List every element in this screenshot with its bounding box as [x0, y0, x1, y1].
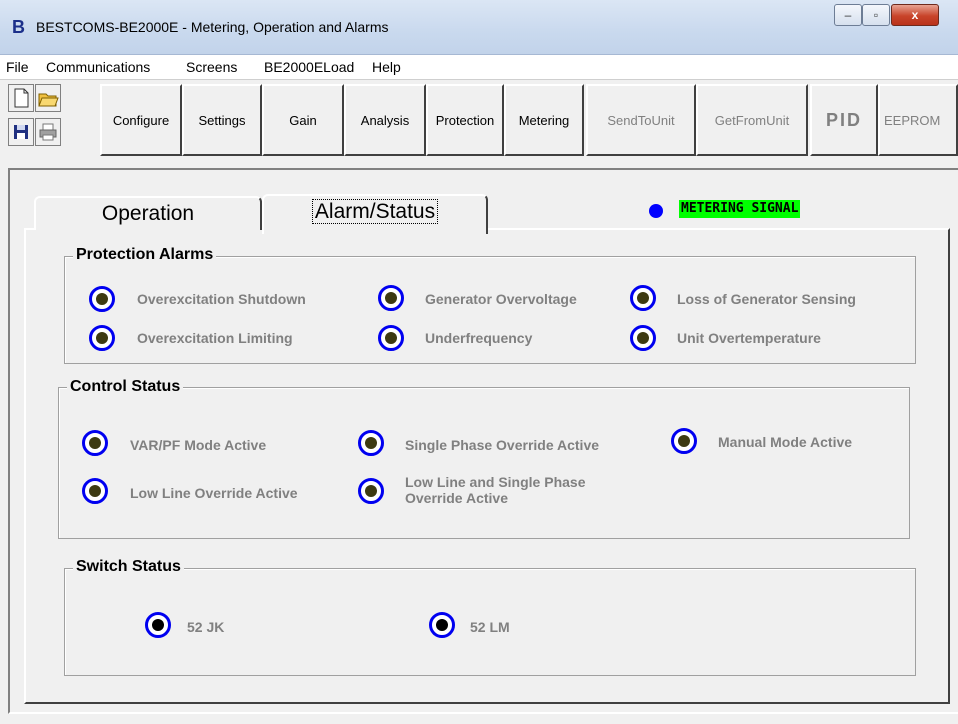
low-line-single-phase-led-icon: [358, 478, 384, 504]
generator-overvoltage-led-icon: [378, 285, 404, 311]
protection-alarms-group: [64, 256, 916, 364]
pid-button[interactable]: PID: [810, 84, 878, 156]
tab-alarm-status-label: Alarm/Status: [311, 199, 439, 224]
toolbar: Configure Settings Gain Analysis Protect…: [8, 80, 958, 162]
generator-overvoltage-label: Generator Overvoltage: [425, 291, 577, 307]
eeprom-button[interactable]: EEPROM: [878, 84, 958, 156]
menu-communications[interactable]: Communications: [46, 59, 150, 75]
overexcitation-limiting-label: Overexcitation Limiting: [137, 330, 293, 346]
print-icon[interactable]: [35, 118, 61, 146]
overexcitation-shutdown-led-icon: [89, 286, 115, 312]
signal-indicator-icon: [649, 204, 663, 218]
title-bar: B BESTCOMS-BE2000E - Metering, Operation…: [0, 0, 958, 55]
control-status-title: Control Status: [67, 378, 184, 396]
52lm-label: 52 LM: [470, 619, 510, 635]
new-file-icon[interactable]: [8, 84, 34, 112]
switch-status-title: Switch Status: [73, 558, 184, 576]
manual-mode-led-icon: [671, 428, 697, 454]
menu-file[interactable]: File: [6, 59, 29, 75]
open-folder-icon[interactable]: [35, 84, 61, 112]
get-from-unit-button[interactable]: GetFromUnit: [696, 84, 808, 156]
configure-button[interactable]: Configure: [100, 84, 182, 156]
52jk-led-icon: [145, 612, 171, 638]
tab-operation[interactable]: Operation: [34, 196, 262, 230]
unit-overtemperature-label: Unit Overtemperature: [677, 330, 821, 346]
overexcitation-shutdown-label: Overexcitation Shutdown: [137, 291, 306, 307]
tab-operation-label: Operation: [101, 202, 195, 225]
overexcitation-limiting-led-icon: [89, 325, 115, 351]
app-window: B BESTCOMS-BE2000E - Metering, Operation…: [0, 0, 958, 724]
protection-alarms-title: Protection Alarms: [73, 246, 217, 264]
metering-button[interactable]: Metering: [504, 84, 584, 156]
window-title: BESTCOMS-BE2000E - Metering, Operation a…: [36, 19, 389, 35]
manual-mode-label: Manual Mode Active: [718, 434, 853, 450]
low-line-single-phase-label-line2: Override Active: [405, 490, 508, 506]
single-phase-override-led-icon: [358, 430, 384, 456]
loss-of-generator-sensing-label: Loss of Generator Sensing: [677, 291, 856, 307]
52jk-label: 52 JK: [187, 619, 225, 635]
tab-alarm-status[interactable]: Alarm/Status: [262, 194, 488, 234]
minimize-button[interactable]: –: [834, 4, 862, 26]
analysis-button[interactable]: Analysis: [344, 84, 426, 156]
menu-help[interactable]: Help: [372, 59, 401, 75]
loss-of-generator-sensing-led-icon: [630, 285, 656, 311]
low-line-single-phase-label-line1: Low Line and Single Phase: [405, 474, 586, 490]
single-phase-override-label: Single Phase Override Active: [405, 437, 600, 453]
close-button[interactable]: x: [891, 4, 939, 26]
unit-overtemperature-led-icon: [630, 325, 656, 351]
menu-bar: File Communications Screens BE2000ELoad …: [0, 55, 958, 80]
low-line-override-led-icon: [82, 478, 108, 504]
menu-be2000eload[interactable]: BE2000ELoad: [264, 59, 354, 75]
gain-button[interactable]: Gain: [262, 84, 344, 156]
var-pf-mode-led-icon: [82, 430, 108, 456]
send-to-unit-button[interactable]: SendToUnit: [586, 84, 696, 156]
52lm-led-icon: [429, 612, 455, 638]
menu-screens[interactable]: Screens: [186, 59, 237, 75]
protection-button[interactable]: Protection: [426, 84, 504, 156]
control-status-group: [58, 387, 910, 539]
low-line-override-label: Low Line Override Active: [130, 485, 298, 501]
underfrequency-led-icon: [378, 325, 404, 351]
save-disk-icon[interactable]: [8, 118, 34, 146]
var-pf-mode-label: VAR/PF Mode Active: [130, 437, 267, 453]
settings-button[interactable]: Settings: [182, 84, 262, 156]
underfrequency-label: Underfrequency: [425, 330, 533, 346]
app-icon: B: [12, 17, 25, 37]
maximize-button[interactable]: ▫: [862, 4, 890, 26]
metering-signal-label: METERING SIGNAL: [679, 200, 801, 218]
